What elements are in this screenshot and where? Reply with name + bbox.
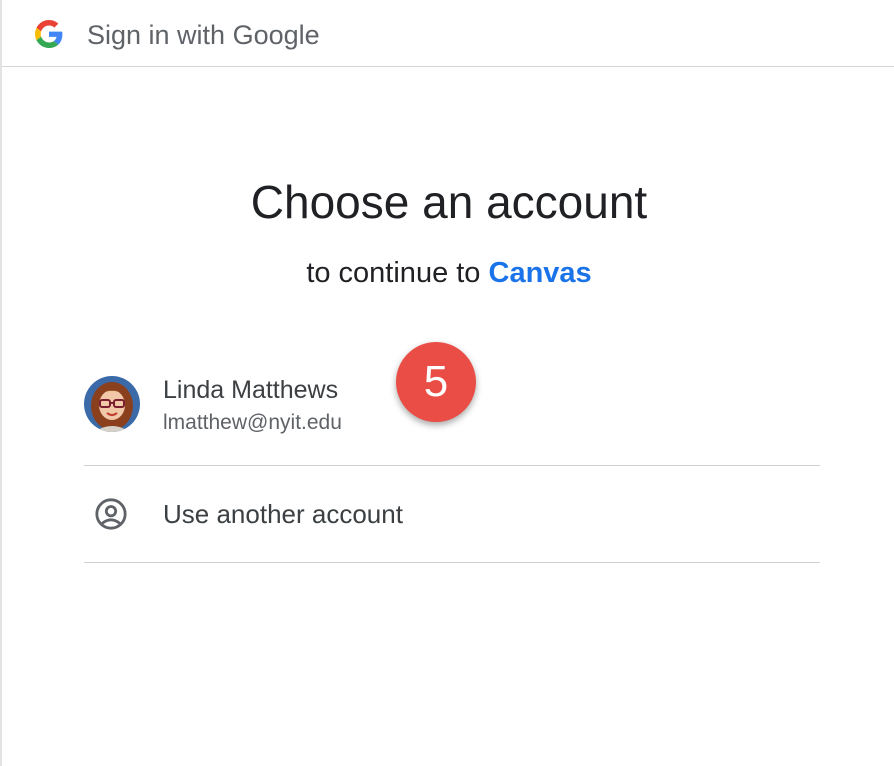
header-title: Sign in with Google [87, 20, 320, 50]
page-subtitle: to continue to Canvas [2, 255, 894, 291]
use-another-account-button[interactable]: Use another account [84, 466, 820, 562]
divider [84, 562, 820, 563]
step-number-badge: 5 [396, 342, 476, 422]
signin-window: Sign in with Google Choose an account to… [0, 0, 894, 766]
google-g-icon [35, 20, 63, 48]
account-circle-icon [95, 498, 127, 530]
user-avatar [84, 376, 140, 432]
subtitle-prefix: to continue to [306, 257, 489, 289]
account-email: lmatthew@nyit.edu [163, 411, 342, 434]
page-title: Choose an account [250, 176, 648, 228]
header-bar: Sign in with Google [2, 0, 894, 67]
use-another-account-label: Use another account [163, 499, 403, 529]
app-name-link[interactable]: Canvas [489, 257, 592, 289]
account-name: Linda Matthews [163, 376, 339, 404]
